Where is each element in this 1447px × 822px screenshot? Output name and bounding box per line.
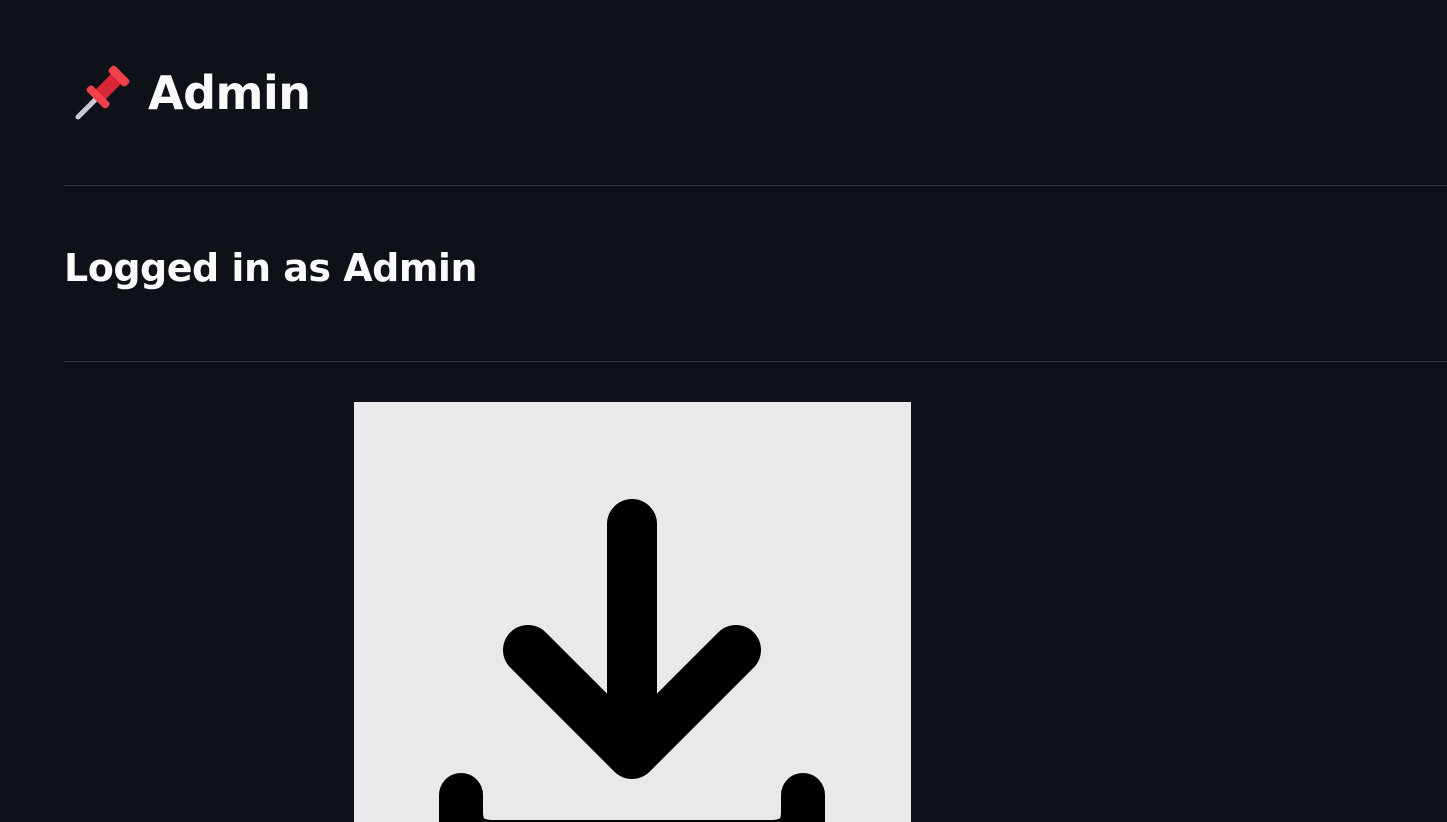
page-header: Admin xyxy=(72,58,311,128)
page-title: Admin xyxy=(148,66,311,120)
divider xyxy=(64,361,1447,362)
divider xyxy=(64,185,1447,186)
pushpin-icon xyxy=(72,63,132,123)
page: Admin Logged in as Admin xyxy=(0,0,1447,822)
download-image xyxy=(354,402,911,822)
download-icon xyxy=(439,499,825,822)
logged-in-heading: Logged in as Admin xyxy=(64,246,478,290)
